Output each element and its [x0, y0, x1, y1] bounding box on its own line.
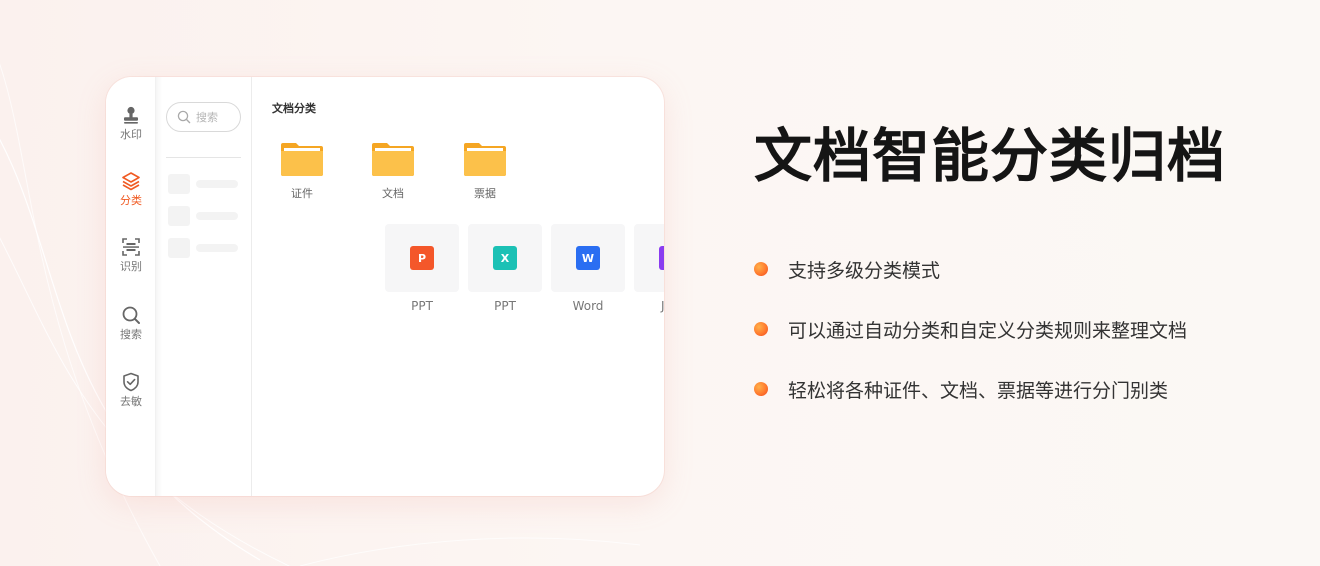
bullet-text: 可以通过自动分类和自定义分类规则来整理文档 [788, 319, 1188, 342]
shield-check-icon [123, 372, 139, 392]
folder-documents[interactable]: 文档 [370, 141, 416, 201]
folder-label: 文档 [382, 187, 404, 200]
search-icon [122, 306, 140, 324]
icon-rail: 水印 分类 识别 搜索 去敏 [106, 77, 156, 496]
folder-icon [464, 143, 506, 176]
rail-item-label: 分类 [120, 194, 142, 207]
feature-bullet: 支持多级分类模式 [754, 254, 940, 284]
headline: 文档智能分类归档 [754, 122, 1227, 190]
feature-bullet: 轻松将各种证件、文档、票据等进行分门别类 [754, 374, 1168, 404]
folder-label: 证件 [291, 187, 313, 200]
folder-icon [372, 143, 414, 176]
folder-label: 票据 [474, 187, 496, 200]
main-content: 文档分类 证件 文档 票据 P PPT X PPT W Word J [252, 77, 664, 496]
placeholder-row [168, 174, 240, 194]
file-label: PPT [411, 299, 433, 313]
rail-item-label: 水印 [120, 128, 142, 141]
stamp-icon [124, 106, 138, 124]
file-tile-jpg[interactable] [634, 224, 664, 292]
folder-icon [281, 143, 323, 176]
rail-item-classify[interactable]: 分类 [106, 171, 156, 223]
folder-receipts[interactable]: 票据 [462, 141, 508, 201]
scan-icon [122, 238, 140, 256]
search-input[interactable]: 搜索 [166, 102, 241, 132]
secondary-panel: 搜索 [156, 77, 252, 496]
divider [166, 157, 241, 158]
spreadsheet-icon: X [493, 246, 517, 270]
bullet-dot-icon [754, 322, 768, 336]
rail-item-recognize[interactable]: 识别 [106, 237, 156, 289]
layers-icon [122, 172, 140, 191]
ppt-icon: P [410, 246, 434, 270]
file-label: Word [572, 299, 604, 313]
rail-item-desensitize[interactable]: 去敏 [106, 372, 156, 424]
folder-certificates[interactable]: 证件 [279, 141, 325, 201]
section-title: 文档分类 [272, 102, 316, 115]
file-tile-word[interactable]: W [551, 224, 625, 292]
image-icon [659, 246, 664, 270]
file-tile-spreadsheet[interactable]: X [468, 224, 542, 292]
search-icon [177, 110, 191, 124]
bullet-text: 轻松将各种证件、文档、票据等进行分门别类 [788, 379, 1169, 402]
feature-bullet: 可以通过自动分类和自定义分类规则来整理文档 [754, 314, 1187, 344]
search-placeholder: 搜索 [196, 111, 218, 124]
file-label: JPG [660, 299, 664, 313]
app-preview-card: 水印 分类 识别 搜索 去敏 搜索 文档分类 证件 文档 票据 P PPT X … [106, 77, 664, 496]
placeholder-row [168, 238, 240, 258]
rail-item-label: 搜索 [120, 328, 142, 341]
rail-item-label: 去敏 [120, 395, 142, 408]
rail-item-label: 识别 [120, 260, 142, 273]
file-label: PPT [494, 299, 516, 313]
panel-shadow [156, 77, 162, 496]
placeholder-row [168, 206, 240, 226]
bullet-dot-icon [754, 262, 768, 276]
bullet-text: 支持多级分类模式 [788, 259, 941, 282]
file-tile-ppt[interactable]: P [385, 224, 459, 292]
bullet-dot-icon [754, 382, 768, 396]
word-icon: W [576, 246, 600, 270]
rail-item-search[interactable]: 搜索 [106, 305, 156, 357]
rail-item-watermark[interactable]: 水印 [106, 105, 156, 157]
